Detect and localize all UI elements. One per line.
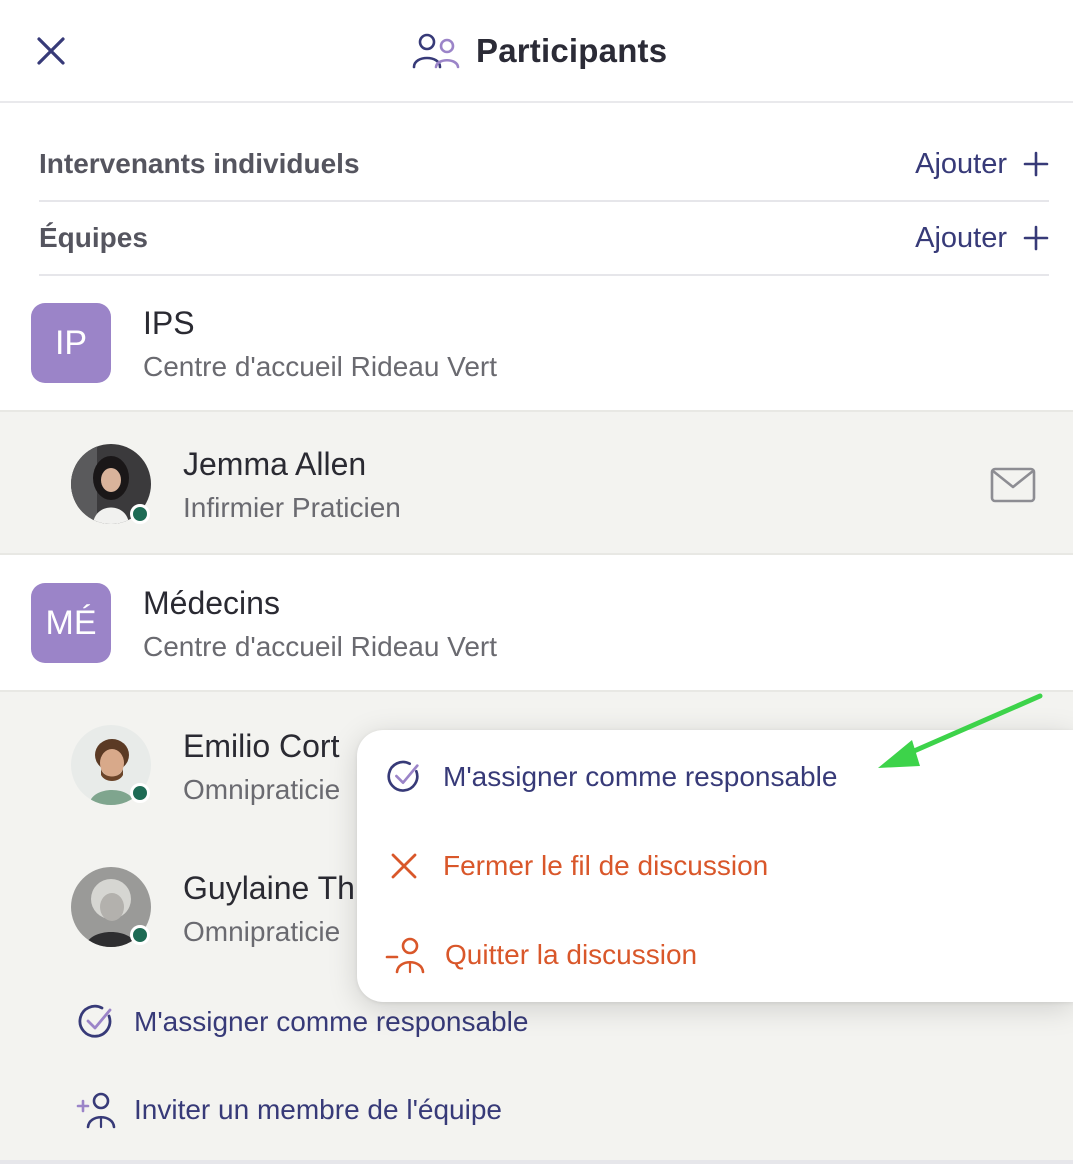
menu-item-label: M'assigner comme responsable	[443, 761, 838, 792]
team-location: Centre d'accueil Rideau Vert	[143, 631, 497, 662]
check-circle-icon	[78, 1004, 112, 1038]
member-role: Omnipraticie	[183, 774, 341, 805]
add-team-button[interactable]: Ajouter	[915, 222, 1049, 255]
participants-icon	[412, 33, 460, 69]
member-role: Infirmier Praticien	[183, 492, 401, 523]
menu-item-leave-discussion[interactable]: Quitter la discussion	[385, 935, 697, 975]
member-row[interactable]: Jemma Allen Infirmier Praticien	[0, 432, 1073, 532]
invite-member-label: Inviter un membre de l'équipe	[134, 1094, 502, 1125]
team-row-medecins[interactable]: MÉ Médecins Centre d'accueil Rideau Vert	[0, 557, 1073, 690]
member-role: Omnipraticie	[183, 916, 341, 947]
team-badge: IP	[31, 303, 111, 383]
close-icon	[391, 853, 417, 879]
individuals-section: Intervenants individuels Ajouter	[39, 128, 1049, 202]
team-location: Centre d'accueil Rideau Vert	[143, 351, 497, 382]
plus-icon	[1023, 151, 1049, 177]
assign-responsible-button[interactable]: M'assigner comme responsable	[76, 1002, 528, 1042]
add-individual-label: Ajouter	[915, 147, 1007, 180]
title-group: Participants	[410, 28, 667, 74]
online-status-indicator	[130, 783, 150, 803]
online-status-indicator	[130, 925, 150, 945]
header: Participants	[0, 0, 1073, 103]
member-name: Emilio Cort	[183, 728, 340, 764]
menu-item-assign-responsible[interactable]: M'assigner comme responsable	[385, 758, 837, 796]
mail-icon	[990, 467, 1036, 503]
individuals-label: Intervenants individuels	[39, 148, 360, 179]
teams-label: Équipes	[39, 222, 148, 253]
teams-section: Équipes Ajouter	[39, 202, 1049, 276]
add-individual-button[interactable]: Ajouter	[915, 148, 1049, 181]
team-row-ips[interactable]: IP IPS Centre d'accueil Rideau Vert	[0, 276, 1073, 410]
invite-member-button[interactable]: Inviter un membre de l'équipe	[76, 1090, 502, 1130]
team-name: IPS	[143, 305, 195, 341]
check-circle-icon	[387, 760, 419, 792]
context-menu: M'assigner comme responsable Fermer le f…	[357, 730, 1073, 1002]
online-status-indicator	[130, 504, 150, 524]
add-person-icon	[76, 1092, 116, 1129]
member-name: Guylaine Th	[183, 870, 355, 906]
add-team-label: Ajouter	[915, 221, 1007, 254]
menu-item-label: Fermer le fil de discussion	[443, 850, 769, 881]
team-name: Médecins	[143, 585, 280, 621]
page-title: Participants	[476, 32, 668, 69]
menu-item-label: Quitter la discussion	[445, 939, 698, 970]
message-button[interactable]	[990, 466, 1036, 504]
leave-person-icon	[385, 937, 425, 974]
assign-responsible-label: M'assigner comme responsable	[134, 1006, 529, 1037]
team-badge: MÉ	[31, 583, 111, 663]
divider	[0, 1160, 1073, 1164]
close-icon	[37, 37, 65, 65]
plus-icon	[1023, 225, 1049, 251]
member-name: Jemma Allen	[183, 446, 367, 482]
menu-item-close-thread[interactable]: Fermer le fil de discussion	[385, 847, 768, 885]
team-members-ips: Jemma Allen Infirmier Praticien	[0, 410, 1073, 555]
close-button[interactable]	[30, 30, 72, 72]
